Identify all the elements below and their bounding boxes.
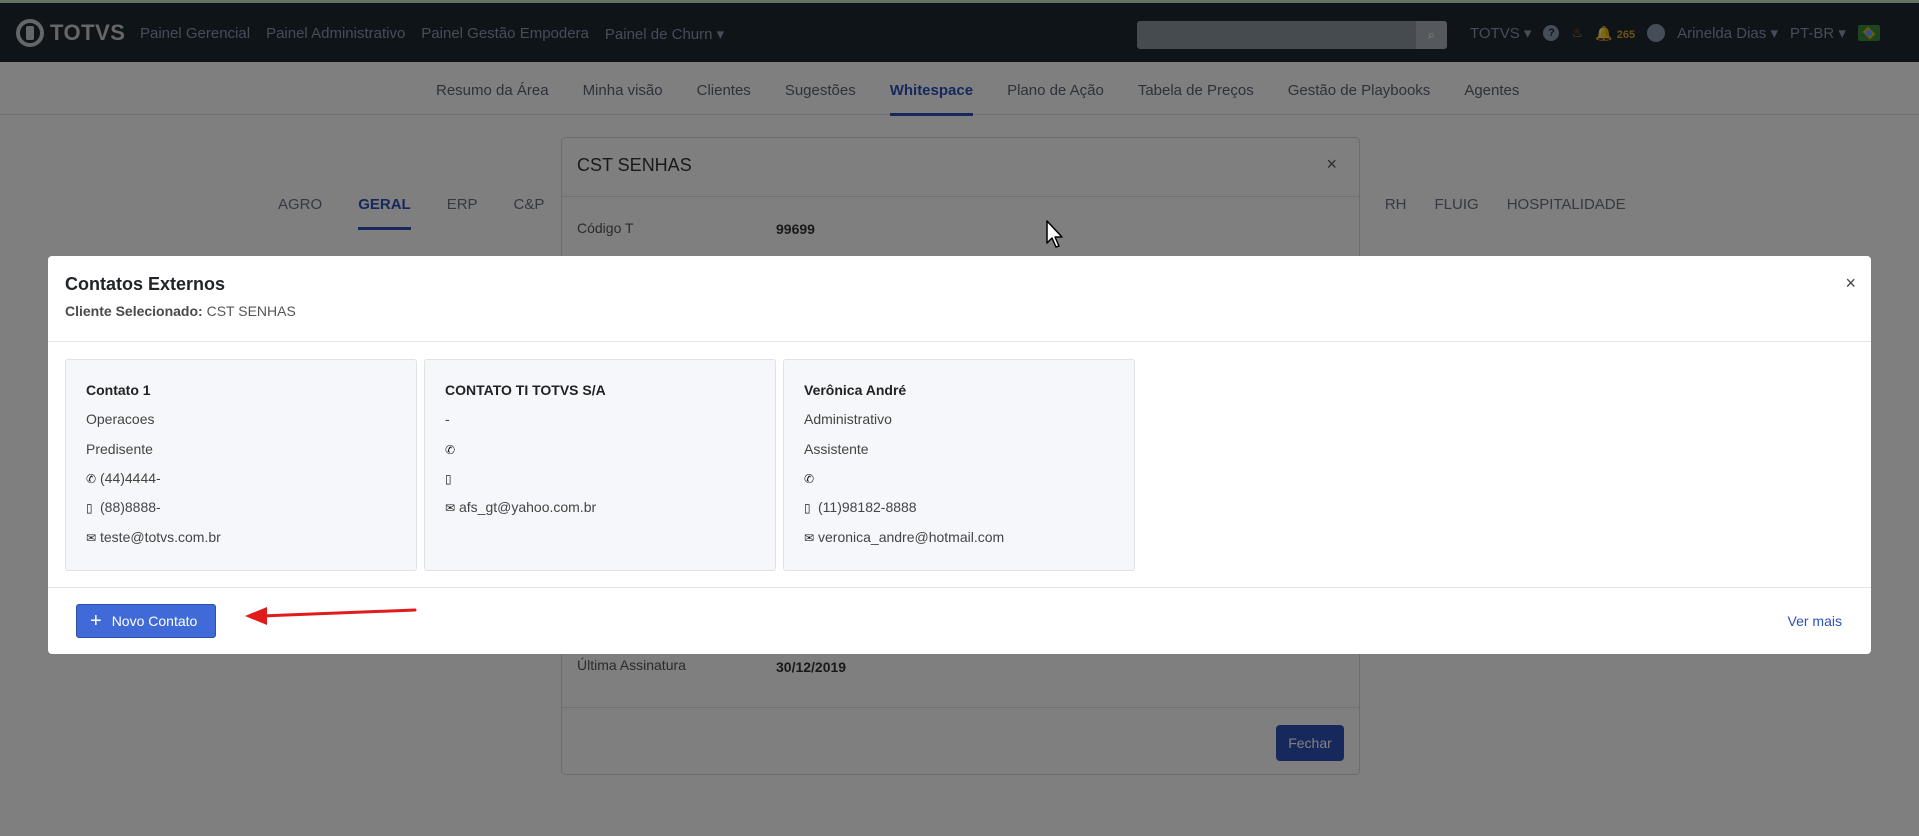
contact-email: ✉ veronica_andre@hotmail.com [804, 529, 1004, 545]
external-contacts-modal: Contatos Externos Cliente Selecionado: C… [48, 256, 1871, 654]
selected-client-value: CST SENHAS [206, 303, 296, 319]
contact-phone: ✆ [804, 470, 818, 486]
selected-client-label: Cliente Selecionado: [65, 303, 203, 319]
annotation-arrow-icon [245, 607, 417, 625]
contact-mobile: ▯ (88)8888- [86, 499, 161, 515]
contact-phone: ✆ [445, 441, 459, 457]
contact-name: CONTATO TI TOTVS S/A [445, 382, 606, 398]
email-value: afs_gt@yahoo.com.br [459, 499, 597, 515]
email-value: veronica_andre@hotmail.com [818, 529, 1005, 545]
phone-icon: ✆ [445, 443, 456, 457]
modal-title: Contatos Externos [65, 274, 226, 294]
contact-department: Operacoes [86, 411, 155, 427]
mobile-icon: ▯ [445, 472, 452, 486]
mobile-icon: ▯ [86, 501, 93, 515]
envelope-icon: ✉ [445, 501, 456, 515]
mobile-value: (88)8888- [100, 499, 161, 515]
mobile-value: (11)98182-8888 [818, 499, 917, 515]
contact-email: ✉ afs_gt@yahoo.com.br [445, 499, 596, 515]
contact-email: ✉ teste@totvs.com.br [86, 529, 221, 545]
phone-icon: ✆ [86, 472, 97, 486]
contact-name: Verônica André [804, 382, 907, 398]
email-value: teste@totvs.com.br [100, 529, 221, 545]
close-icon[interactable]: × [1845, 273, 1856, 294]
contact-mobile: ▯ (11)98182-8888 [804, 499, 917, 515]
contact-card[interactable]: CONTATO TI TOTVS S/A - ✆ ▯ ✉ afs_gt@yahoo… [424, 359, 776, 571]
selected-client: Cliente Selecionado: CST SENHAS [65, 303, 296, 319]
new-contact-label: Novo Contato [111, 613, 198, 629]
envelope-icon: ✉ [86, 531, 97, 545]
contact-card[interactable]: Contato 1 Operacoes Predisente ✆ (44)4444… [65, 359, 417, 571]
divider [48, 341, 1871, 342]
mouse-cursor-icon [1046, 220, 1063, 248]
plus-icon: + [90, 610, 102, 632]
see-more-link[interactable]: Ver mais [1788, 613, 1842, 629]
divider [48, 587, 1871, 588]
mobile-icon: ▯ [804, 501, 811, 515]
new-contact-button[interactable]: + Novo Contato [76, 604, 216, 638]
contact-mobile: ▯ [445, 470, 459, 486]
phone-value: (44)4444- [100, 470, 161, 486]
contact-role: Assistente [804, 441, 869, 457]
contact-department: - [445, 411, 450, 427]
contact-name: Contato 1 [86, 382, 151, 398]
contact-department: Administrativo [804, 411, 892, 427]
phone-icon: ✆ [804, 472, 815, 486]
contact-role: Predisente [86, 441, 153, 457]
contact-card[interactable]: Verônica André Administrativo Assistente… [783, 359, 1135, 571]
envelope-icon: ✉ [804, 531, 815, 545]
contact-phone: ✆ (44)4444- [86, 470, 161, 486]
